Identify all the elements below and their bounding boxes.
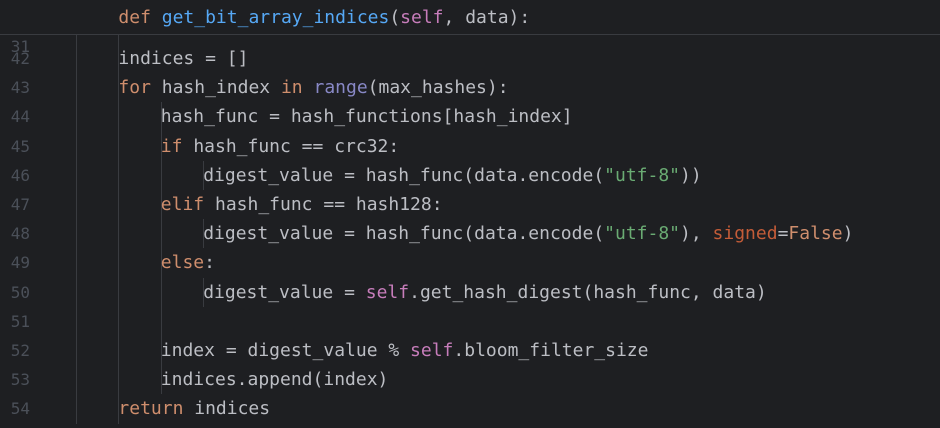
code-text: else: bbox=[161, 248, 215, 277]
code-token: return bbox=[118, 398, 195, 420]
line-number: 50 bbox=[10, 282, 30, 302]
code-token: .get_hash_digest(hash_func, data) bbox=[409, 281, 767, 303]
code-token: indices bbox=[194, 398, 271, 420]
code-token: hash_index bbox=[161, 77, 281, 99]
sticky-scroll-header[interactable]: 31 def get_bit_array_indices(self, data)… bbox=[0, 0, 940, 56]
code-token: def bbox=[118, 7, 162, 28]
code-text: return indices bbox=[118, 394, 270, 423]
line-number: 53 bbox=[10, 370, 30, 390]
code-token: , data): bbox=[443, 7, 531, 28]
code-line[interactable]: 50 digest_value = self.get_hash_digest(ha… bbox=[0, 278, 940, 307]
code-token: hash_func == hash128: bbox=[214, 194, 443, 215]
line-number: 46 bbox=[10, 165, 30, 185]
code-token: digest_value = bbox=[203, 281, 366, 303]
code-line[interactable]: 51 bbox=[0, 307, 940, 336]
code-line[interactable]: 43 for hash_index in range(max_hashes): bbox=[0, 73, 940, 102]
code-line[interactable]: 46 digest_value = hash_func(data.encode("… bbox=[0, 161, 940, 190]
code-editor[interactable]: 31 def get_bit_array_indices(self, data)… bbox=[0, 0, 940, 428]
code-token: digest_value = hash_func(data.encode( bbox=[203, 164, 605, 186]
code-text: elif hash_func == hash128: bbox=[161, 190, 443, 219]
code-token: for bbox=[118, 77, 162, 99]
code-token: .bloom_filter_size bbox=[453, 340, 649, 361]
code-token: (max_hashes): bbox=[367, 77, 509, 99]
line-number: 45 bbox=[10, 136, 30, 156]
code-line[interactable]: 47 elif hash_func == hash128: bbox=[0, 190, 940, 219]
code-token: "utf-8" bbox=[604, 164, 681, 186]
code-line[interactable]: 42 indices = [] bbox=[0, 44, 940, 73]
code-token: self bbox=[400, 7, 444, 28]
code-token: ) bbox=[842, 223, 854, 245]
code-token: : bbox=[204, 252, 215, 274]
code-text: hash_func = hash_functions[hash_index] bbox=[161, 102, 573, 131]
code-line[interactable]: 49 else: bbox=[0, 248, 940, 277]
code-token: False bbox=[788, 223, 843, 245]
line-number: 54 bbox=[10, 399, 30, 419]
code-token: hash_func = hash_functions[hash_index] bbox=[160, 106, 573, 128]
code-token: ), bbox=[680, 223, 713, 245]
code-text: for hash_index in range(max_hashes): bbox=[118, 73, 508, 102]
line-number: 47 bbox=[10, 195, 30, 214]
code-text: def get_bit_array_indices(self, data): bbox=[118, 3, 530, 32]
line-number: 48 bbox=[10, 224, 30, 244]
code-token: indices = [] bbox=[118, 48, 249, 69]
code-token: if bbox=[160, 135, 194, 157]
code-text: digest_value = hash_func(data.encode("ut… bbox=[203, 161, 702, 190]
line-number: 31 bbox=[10, 37, 30, 56]
code-line[interactable]: 52 index = digest_value % self.bloom_filt… bbox=[0, 336, 940, 365]
code-text: digest_value = hash_func(data.encode("ut… bbox=[203, 219, 853, 248]
code-token: ( bbox=[389, 7, 401, 28]
line-number: 52 bbox=[10, 341, 30, 360]
code-token: digest_value = hash_func(data.encode( bbox=[203, 223, 605, 245]
code-line[interactable]: 45 if hash_func == crc32: bbox=[0, 132, 940, 161]
code-token: "utf-8" bbox=[604, 223, 681, 245]
line-number: 49 bbox=[10, 253, 30, 273]
sticky-line[interactable]: 31 def get_bit_array_indices(self, data)… bbox=[0, 3, 940, 56]
code-line[interactable]: 44 hash_func = hash_functions[hash_index] bbox=[0, 102, 940, 131]
line-number: 51 bbox=[10, 311, 30, 331]
code-token: = bbox=[777, 223, 789, 245]
code-line[interactable]: 53 indices.append(index) bbox=[0, 365, 940, 394]
code-token: self bbox=[365, 281, 410, 303]
code-text: if hash_func == crc32: bbox=[161, 132, 399, 161]
code-token: elif bbox=[160, 194, 215, 215]
code-token: range bbox=[313, 77, 368, 99]
code-token: )) bbox=[680, 164, 702, 186]
code-token: hash_func == crc32: bbox=[193, 135, 400, 157]
code-token: index = digest_value % bbox=[160, 340, 411, 361]
code-token: indices.append(index) bbox=[160, 369, 389, 391]
code-text: indices = [] bbox=[118, 44, 248, 73]
code-token: self bbox=[410, 340, 454, 361]
code-line[interactable]: 54 return indices bbox=[0, 394, 940, 423]
code-token: signed bbox=[712, 223, 778, 245]
code-token: get_bit_array_indices bbox=[161, 7, 390, 28]
code-text: indices.append(index) bbox=[161, 365, 389, 394]
code-text: digest_value = self.get_hash_digest(hash… bbox=[203, 278, 767, 307]
code-line[interactable]: 48 digest_value = hash_func(data.encode("… bbox=[0, 219, 940, 248]
code-token: else bbox=[160, 252, 205, 274]
code-text: index = digest_value % self.bloom_filter… bbox=[161, 336, 649, 365]
code-token: in bbox=[280, 77, 314, 99]
